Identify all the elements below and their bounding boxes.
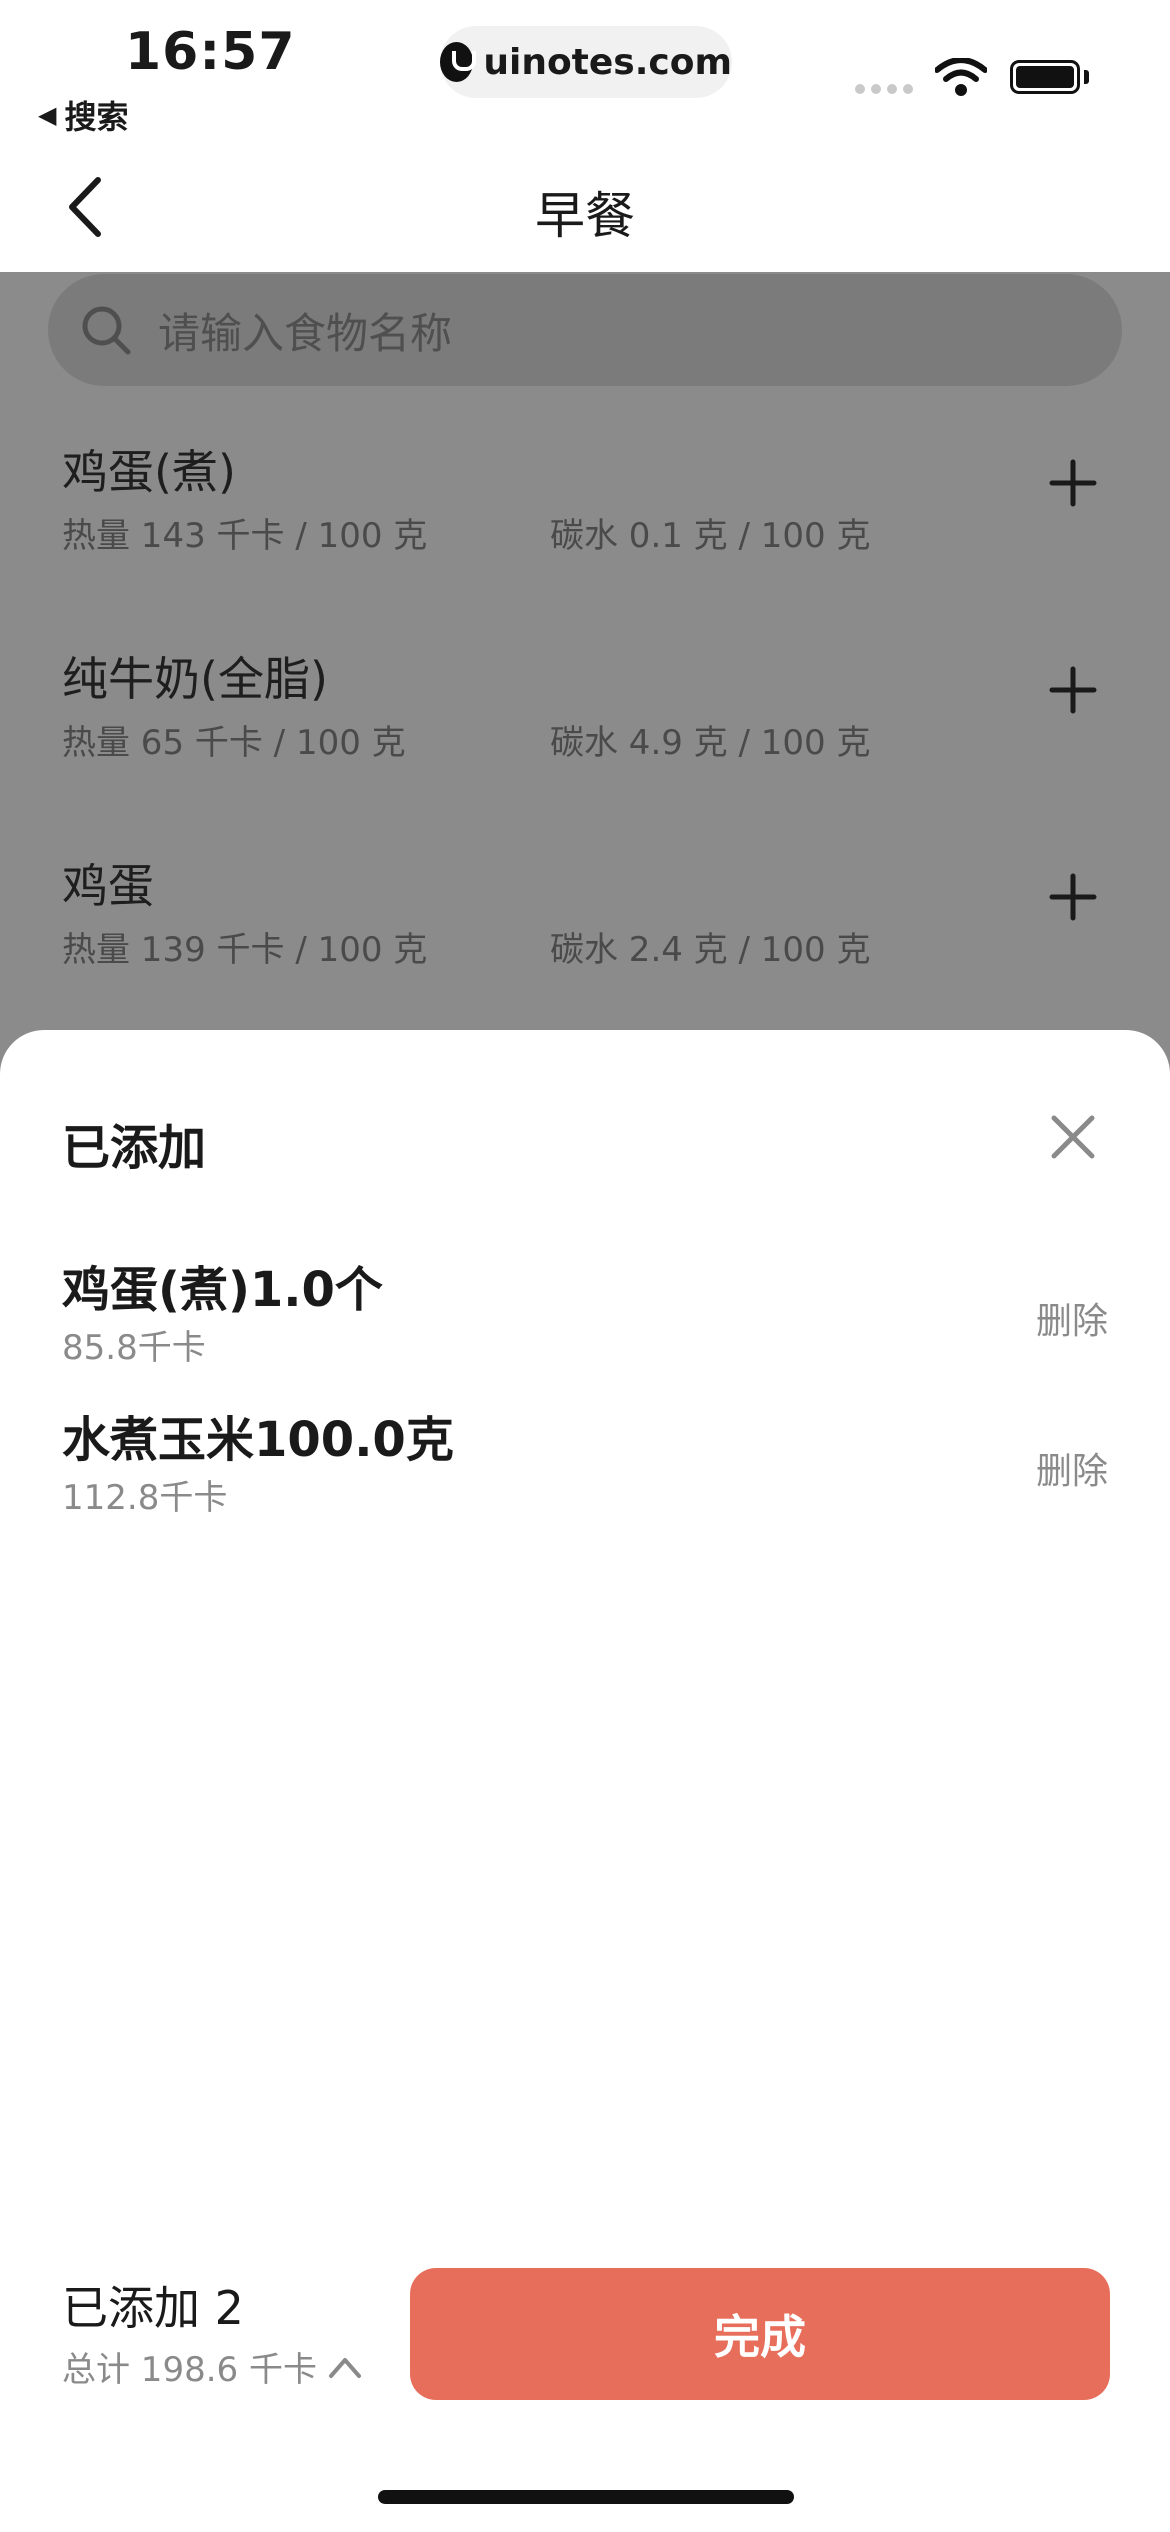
- food-carbs: 碳水 2.4 克 / 100 克: [550, 930, 871, 970]
- chevron-up-icon: [328, 2357, 361, 2378]
- done-button[interactable]: 完成: [410, 2268, 1110, 2400]
- food-list-item[interactable]: 鸡蛋(煮) 热量 143 千卡 / 100 克 碳水 0.1 克 / 100 克: [0, 436, 1170, 636]
- delete-button[interactable]: 删除: [1036, 1442, 1108, 1494]
- url-pill[interactable]: uinotes.com: [440, 26, 732, 98]
- battery-tip: [1084, 70, 1089, 84]
- total-calories-toggle[interactable]: 总计 198.6 千卡: [62, 2342, 363, 2391]
- food-calories: 热量 139 千卡 / 100 克: [62, 930, 428, 970]
- added-item-name: 鸡蛋(煮)1.0个: [62, 1262, 383, 1318]
- total-calories: 总计 198.6 千卡: [62, 2350, 317, 2390]
- food-name: 鸡蛋: [62, 859, 154, 913]
- back-triangle-icon: ◀: [38, 101, 57, 129]
- delete-button[interactable]: 删除: [1036, 1292, 1108, 1344]
- back-to-search-label: 搜索: [64, 98, 129, 136]
- added-item-row: 水煮玉米100.0克 112.8千卡 删除: [0, 1400, 1170, 1540]
- site-logo-icon: [440, 42, 477, 82]
- search-icon: [82, 306, 131, 355]
- status-time: 16:57: [125, 22, 296, 82]
- add-food-plus-icon[interactable]: [1048, 458, 1098, 508]
- sheet-title: 已添加: [62, 1120, 207, 1176]
- home-indicator[interactable]: [378, 2490, 794, 2504]
- close-icon[interactable]: [1048, 1112, 1098, 1162]
- search-input[interactable]: 请输入食物名称: [48, 274, 1122, 386]
- added-count: 已添加 2: [62, 2281, 244, 2335]
- added-item-name: 水煮玉米100.0克: [62, 1412, 454, 1468]
- search-placeholder: 请输入食物名称: [158, 308, 453, 358]
- battery-icon: [1010, 60, 1080, 94]
- food-calories: 热量 143 千卡 / 100 克: [62, 516, 428, 556]
- add-food-plus-icon[interactable]: [1048, 665, 1098, 715]
- added-item-kcal: 85.8千卡: [62, 1328, 206, 1368]
- back-to-search-link[interactable]: ◀ 搜索: [38, 92, 128, 138]
- food-list-item[interactable]: 鸡蛋 热量 139 千卡 / 100 克 碳水 2.4 克 / 100 克: [0, 850, 1170, 1050]
- food-list-item[interactable]: 纯牛奶(全脂) 热量 65 千卡 / 100 克 碳水 4.9 克 / 100 …: [0, 643, 1170, 843]
- food-calories: 热量 65 千卡 / 100 克: [62, 723, 406, 763]
- food-carbs: 碳水 4.9 克 / 100 克: [550, 723, 871, 763]
- wifi-icon: [935, 58, 987, 96]
- page-title: 早餐: [535, 187, 635, 245]
- food-name: 鸡蛋(煮): [62, 445, 236, 499]
- url-text: uinotes.com: [483, 41, 732, 83]
- food-name: 纯牛奶(全脂): [62, 652, 328, 706]
- added-item-kcal: 112.8千卡: [62, 1478, 228, 1518]
- add-food-plus-icon[interactable]: [1048, 872, 1098, 922]
- food-carbs: 碳水 0.1 克 / 100 克: [550, 516, 871, 556]
- added-item-row: 鸡蛋(煮)1.0个 85.8千卡 删除: [0, 1250, 1170, 1390]
- cellular-signal-icon: [855, 84, 913, 94]
